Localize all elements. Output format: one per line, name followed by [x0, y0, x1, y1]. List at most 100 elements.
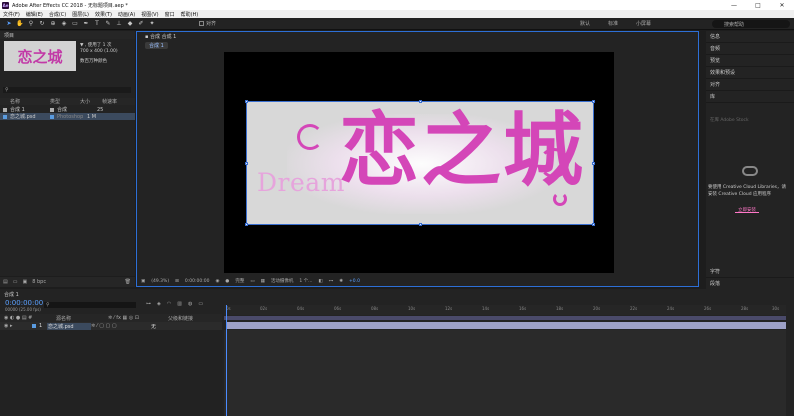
- interpret-footage-icon[interactable]: ▤: [3, 279, 8, 285]
- transform-handle[interactable]: [419, 100, 422, 103]
- tab-timeline[interactable]: 合成 1: [4, 291, 19, 298]
- layer-switch-icons[interactable]: ✲ ⁄ ▢ ▢ ▢: [91, 323, 151, 329]
- layer-name[interactable]: 恋之城.psd: [47, 322, 91, 330]
- panel-preview[interactable]: 预览: [706, 55, 794, 67]
- new-composition-icon[interactable]: ▣: [22, 279, 27, 285]
- layer-duration-bar[interactable]: [226, 322, 786, 329]
- puppet-tool-icon[interactable]: ✦: [148, 20, 156, 28]
- panel-effects-presets[interactable]: 效果和预设: [706, 67, 794, 79]
- color-icon[interactable]: ●: [225, 279, 229, 284]
- draft-3d-icon[interactable]: ◈: [157, 301, 161, 307]
- selection-tool-icon[interactable]: ➤: [5, 20, 13, 28]
- zoom-dropdown[interactable]: (49.3%): [151, 279, 169, 284]
- timeline-search-input[interactable]: ⚲: [44, 302, 136, 308]
- playhead[interactable]: [226, 305, 227, 416]
- close-button[interactable]: ✕: [770, 2, 794, 9]
- current-time[interactable]: 0:00:00:00: [185, 279, 210, 284]
- comp-breadcrumb[interactable]: 合成 1: [145, 41, 168, 49]
- brush-tool-icon[interactable]: ✎: [104, 20, 112, 28]
- rectangle-tool-icon[interactable]: ▭: [71, 20, 79, 28]
- exposure-icon[interactable]: ✺: [339, 279, 343, 284]
- time-ruler[interactable]: 0s 02s 04s 06s 08s 10s 12s 14s 16s 18s 2…: [224, 305, 786, 315]
- minimize-button[interactable]: —: [722, 2, 746, 9]
- eraser-tool-icon[interactable]: ◆: [126, 20, 134, 28]
- column-type[interactable]: 类型: [50, 98, 80, 105]
- menu-edit[interactable]: 编辑(E): [26, 11, 43, 18]
- workspace-standard[interactable]: 标准: [608, 20, 618, 27]
- grid-icon[interactable]: ⊞: [175, 279, 179, 284]
- maximize-button[interactable]: □: [746, 2, 770, 9]
- panel-character[interactable]: 字符: [706, 266, 794, 278]
- graph-editor-icon[interactable]: ▭: [198, 301, 203, 307]
- workspace-small-screen[interactable]: 小屏幕: [636, 20, 651, 27]
- workspace-default[interactable]: 默认: [580, 20, 590, 27]
- column-source-name[interactable]: 源名称: [56, 315, 108, 322]
- roto-tool-icon[interactable]: ✐: [137, 20, 145, 28]
- transform-handle[interactable]: [245, 100, 248, 103]
- render-icon[interactable]: ◧: [318, 279, 322, 284]
- rotate-tool-icon[interactable]: ↻: [38, 20, 46, 28]
- menu-layer[interactable]: 图层(L): [72, 11, 89, 18]
- snap-toggle[interactable]: 对齐: [199, 20, 216, 27]
- transform-handle[interactable]: [592, 162, 595, 165]
- column-rate[interactable]: 帧速率: [102, 98, 117, 105]
- artwork-layer[interactable]: 恋之城 Dream: [245, 100, 595, 226]
- transform-handle[interactable]: [592, 100, 595, 103]
- type-tool-icon[interactable]: T: [93, 20, 101, 28]
- lock-icon[interactable]: ▪: [145, 34, 148, 40]
- menu-composition[interactable]: 合成(C): [49, 11, 66, 18]
- transform-handle[interactable]: [419, 223, 422, 226]
- timeline-timecode[interactable]: 0:00:00:00: [5, 299, 43, 307]
- exposure-offset[interactable]: +0.0: [349, 279, 360, 284]
- transform-handle[interactable]: [245, 162, 248, 165]
- parent-dropdown[interactable]: 无: [151, 323, 156, 330]
- library-search-input[interactable]: 在库 Adobe Stock: [710, 117, 749, 123]
- tab-composition[interactable]: 合成 合成 1: [150, 33, 176, 40]
- panel-align[interactable]: 对齐: [706, 79, 794, 91]
- region-icon[interactable]: ▭: [250, 279, 254, 284]
- timeline-track-area[interactable]: [224, 330, 786, 416]
- work-area-bar[interactable]: [224, 316, 786, 320]
- new-folder-icon[interactable]: ▭: [13, 279, 18, 285]
- menu-window[interactable]: 窗口: [165, 11, 175, 18]
- menu-help[interactable]: 帮助(H): [181, 11, 199, 18]
- motion-blur-icon[interactable]: ◍: [188, 301, 192, 307]
- transform-handle[interactable]: [245, 223, 248, 226]
- panel-info[interactable]: 信息: [706, 31, 794, 43]
- menu-effect[interactable]: 效果(T): [95, 11, 112, 18]
- column-name[interactable]: 名称: [10, 98, 50, 105]
- pen-tool-icon[interactable]: ✒: [82, 20, 90, 28]
- panel-audio[interactable]: 音频: [706, 43, 794, 55]
- comp-mini-flowchart-icon[interactable]: ⊶: [146, 301, 151, 307]
- magnification-icon[interactable]: ▣: [141, 279, 145, 284]
- flowchart-icon[interactable]: ⊶: [329, 279, 334, 284]
- delete-icon[interactable]: 🗑: [125, 279, 131, 285]
- column-size[interactable]: 大小: [80, 98, 102, 105]
- install-cc-button[interactable]: 立即安装: [735, 207, 759, 213]
- project-search-input[interactable]: ⚲: [3, 87, 131, 93]
- tab-project[interactable]: 项目: [0, 31, 135, 39]
- bit-depth-label[interactable]: 8 bpc: [32, 279, 46, 285]
- transparency-icon[interactable]: ▦: [261, 279, 265, 284]
- menu-view[interactable]: 视图(V): [141, 11, 158, 18]
- shy-layers-icon[interactable]: ◠: [167, 301, 171, 307]
- menu-animation[interactable]: 动画(A): [118, 11, 135, 18]
- layer-row[interactable]: ◉ ▸ 1 恋之城.psd ✲ ⁄ ▢ ▢ ▢ 无: [0, 322, 222, 330]
- camera-dropdown[interactable]: 活动摄像机: [271, 278, 294, 284]
- snapshot-icon[interactable]: ◉: [215, 279, 219, 284]
- snap-checkbox[interactable]: [199, 21, 204, 26]
- project-item[interactable]: 恋之城.psd Photoshop 1 M: [0, 113, 135, 120]
- column-parent[interactable]: 父级和链接: [168, 315, 193, 322]
- resolution-dropdown[interactable]: 完整: [235, 278, 244, 284]
- search-help-input[interactable]: 搜索帮助: [712, 20, 790, 28]
- label-color-swatch[interactable]: [32, 324, 36, 328]
- zoom-tool-icon[interactable]: ⚲: [27, 20, 35, 28]
- frame-blending-icon[interactable]: ▥: [177, 301, 182, 307]
- visibility-icon[interactable]: ◉ ▸: [4, 323, 32, 329]
- project-item[interactable]: 合成 1 合成 25: [0, 106, 135, 113]
- menu-file[interactable]: 文件(F): [3, 11, 20, 18]
- hand-tool-icon[interactable]: ✋: [16, 20, 24, 28]
- transform-handle[interactable]: [592, 223, 595, 226]
- pan-behind-tool-icon[interactable]: ◈: [60, 20, 68, 28]
- panel-libraries[interactable]: 库: [706, 91, 794, 103]
